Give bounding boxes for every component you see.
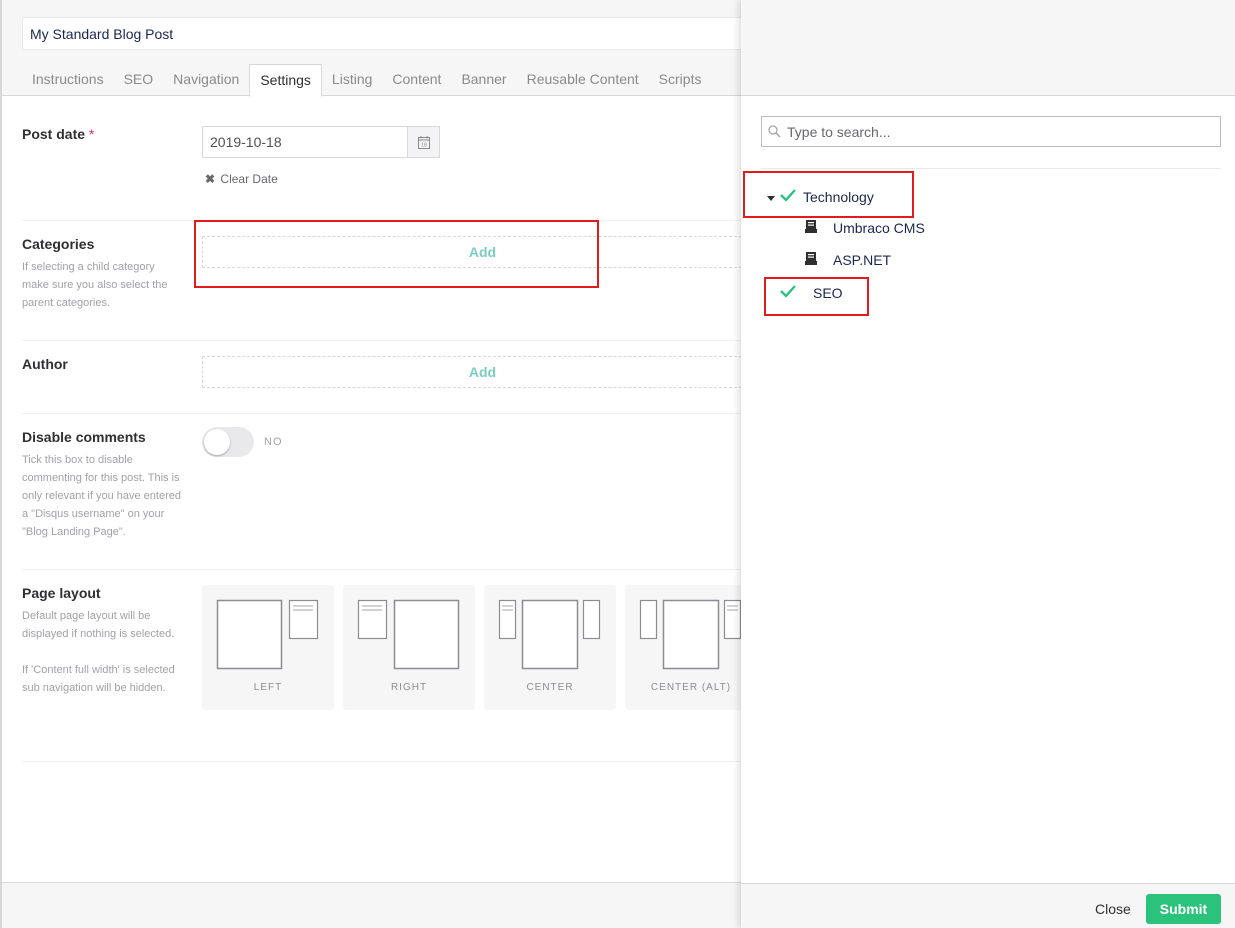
editor-footer <box>2 882 741 928</box>
disable-comments-toggle[interactable] <box>202 427 254 457</box>
tree-item-asp-net[interactable]: ASP.NET <box>805 252 891 268</box>
layout-center-alt-label: CENTER (ALT) <box>650 682 732 693</box>
page-layout-options: LEFT RIGHT CENTER CENTER (ALT) <box>202 585 762 710</box>
disable-comments-label: Disable comments Tick this box to disabl… <box>22 429 182 541</box>
tab-content[interactable]: Content <box>382 64 451 96</box>
page-layout-property: Page layout Default page layout will be … <box>22 585 782 762</box>
categories-description: If selecting a child category make sure … <box>22 261 168 309</box>
annotation-highlight-seo <box>764 277 869 316</box>
layout-right-label: RIGHT <box>390 682 428 693</box>
page-layout-label: Page layout Default page layout will be … <box>22 585 182 697</box>
categories-label: Categories If selecting a child category… <box>22 236 182 312</box>
close-button[interactable]: Close <box>1095 901 1131 917</box>
close-icon: ✖ <box>205 172 216 186</box>
toggle-state-label: NO <box>264 436 283 448</box>
annotation-highlight-technology <box>743 171 914 218</box>
editor-header: My Standard Blog Post Instructions SEO N… <box>2 0 762 97</box>
document-icon <box>805 252 833 268</box>
submit-button[interactable]: Submit <box>1146 894 1221 924</box>
tree-item-label: ASP.NET <box>833 252 892 268</box>
layout-option-center[interactable]: CENTER <box>484 585 616 710</box>
document-name-input[interactable]: My Standard Blog Post <box>22 17 762 50</box>
post-date-property: Post date * 2019-10-18 18 ✖ Clear Date <box>22 126 782 221</box>
post-date-value: 2019-10-18 <box>210 134 282 150</box>
tab-seo[interactable]: SEO <box>114 64 164 96</box>
layout-right-icon <box>357 599 460 670</box>
tab-scripts[interactable]: Scripts <box>649 64 712 96</box>
page-layout-description: Default page layout will be displayed if… <box>22 610 175 694</box>
search-input[interactable]: Type to search... <box>761 116 1221 147</box>
author-add-button[interactable]: Add <box>202 356 762 388</box>
overlay-footer: Close Submit <box>741 883 1235 928</box>
disable-comments-description: Tick this box to disable commenting for … <box>22 454 181 538</box>
toggle-knob <box>204 429 230 455</box>
overlay-header <box>741 0 1235 96</box>
required-marker: * <box>88 126 95 142</box>
calendar-icon[interactable]: 18 <box>407 127 439 157</box>
disable-comments-property: Disable comments Tick this box to disabl… <box>22 427 782 570</box>
divider <box>761 168 1221 169</box>
search-icon <box>768 125 781 143</box>
layout-center-icon <box>498 599 601 670</box>
post-date-label: Post date * <box>22 126 95 142</box>
layout-left-icon <box>216 599 319 670</box>
tab-banner[interactable]: Banner <box>451 64 516 96</box>
svg-text:18: 18 <box>421 142 427 148</box>
document-icon <box>805 220 833 236</box>
tab-instructions[interactable]: Instructions <box>22 64 114 96</box>
layout-option-right[interactable]: RIGHT <box>343 585 475 710</box>
annotation-highlight-categories <box>194 220 599 288</box>
tab-navigation[interactable]: Navigation <box>163 64 249 96</box>
layout-center-alt-icon <box>639 599 742 670</box>
layout-option-center-alt[interactable]: CENTER (ALT) <box>625 585 757 710</box>
content-editor: My Standard Blog Post Instructions SEO N… <box>0 0 782 928</box>
tree-item-umbraco-cms[interactable]: Umbraco CMS <box>805 220 925 236</box>
clear-date-link[interactable]: ✖ Clear Date <box>205 172 278 186</box>
tab-listing[interactable]: Listing <box>322 64 382 96</box>
layout-center-label: CENTER <box>526 682 574 693</box>
tab-settings[interactable]: Settings <box>249 64 322 97</box>
tree-item-label: Umbraco CMS <box>833 220 925 236</box>
editor-tabs: Instructions SEO Navigation Settings Lis… <box>22 64 711 97</box>
author-label: Author <box>22 356 68 372</box>
layout-option-left[interactable]: LEFT <box>202 585 334 710</box>
tab-reusable-content[interactable]: Reusable Content <box>517 64 649 96</box>
search-placeholder: Type to search... <box>787 124 891 140</box>
layout-left-label: LEFT <box>253 682 283 693</box>
category-picker-overlay: Type to search... Technology Umbraco CMS <box>741 0 1235 928</box>
post-date-input[interactable]: 2019-10-18 18 <box>202 126 440 158</box>
author-property: Author Add <box>22 356 782 414</box>
